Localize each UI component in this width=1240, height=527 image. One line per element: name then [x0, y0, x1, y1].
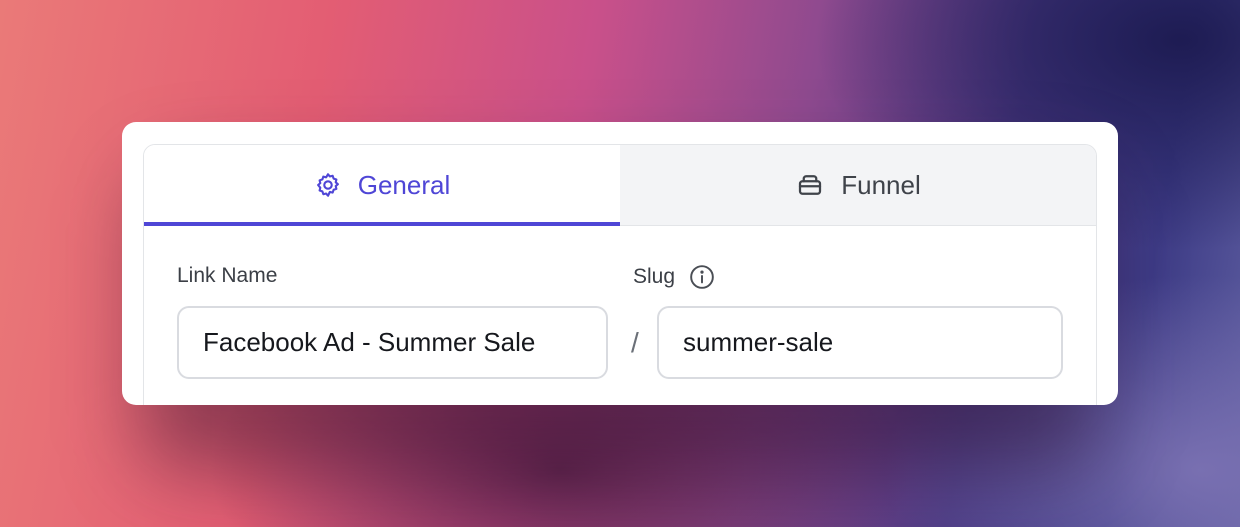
- link-form: Link Name Slug Facebook Ad - Summer Sale…: [144, 226, 1096, 405]
- tab-funnel[interactable]: Funnel: [620, 145, 1096, 225]
- tab-general[interactable]: General: [144, 145, 620, 226]
- link-settings-card: General Funnel Link Name Slug Facebook A…: [122, 122, 1118, 405]
- slug-label-group: Slug: [633, 264, 715, 290]
- slug-separator: /: [631, 327, 639, 358]
- funnel-icon: [795, 170, 825, 200]
- link-name-label: Link Name: [177, 264, 278, 287]
- gear-icon: [314, 171, 342, 199]
- tab-general-label: General: [357, 169, 451, 200]
- tab-bar: General Funnel: [144, 145, 1096, 226]
- settings-panel: General Funnel Link Name Slug Facebook A…: [143, 144, 1097, 405]
- slug-label: Slug: [633, 265, 676, 288]
- link-name-input[interactable]: Facebook Ad - Summer Sale: [177, 306, 608, 379]
- slug-input[interactable]: summer-sale: [657, 306, 1063, 379]
- info-icon[interactable]: [689, 264, 715, 290]
- tab-funnel-label: Funnel: [841, 169, 921, 200]
